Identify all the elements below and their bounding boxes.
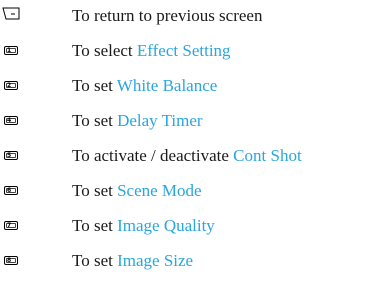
list-item-text: To select Effect Setting [72,41,231,60]
image-quality-link: Image Quality [117,216,215,235]
white-balance-link: White Balance [116,76,218,95]
list-item-effect-setting: 1 To select Effect Setting [0,37,368,67]
list-item-image-quality: 7 To set Image Quality [0,212,368,242]
back-key-icon [2,7,20,20]
list-item-back: To return to previous screen [0,2,368,32]
key-1-icon: 1 [4,46,18,55]
key-7-icon: 7 [4,221,18,230]
key-6-icon: 6 [4,186,18,195]
list-item-text: To set Delay Timer [72,111,203,130]
effect-setting-link: Effect Setting [136,41,231,60]
list-item-delay-timer: 4 To set Delay Timer [0,107,368,137]
cont-shot-link: Cont Shot [233,146,302,165]
key-4-icon: 4 [4,116,18,125]
list-item-white-balance: 2 To set White Balance [0,72,368,102]
list-item-text: To set White Balance [72,76,218,95]
list-item-cont-shot: 5 To activate / deactivate Cont Shot [0,142,368,172]
list-item-text: To return to previous screen [72,6,263,25]
list-item-text: To activate / deactivate Cont Shot [72,146,302,165]
image-size-link: Image Size [117,251,194,270]
list-item-text: To set Image Size [72,251,194,270]
list-item-text: To set Scene Mode [72,181,202,200]
key-8-icon: 8 [4,256,18,265]
key-2-icon: 2 [4,81,18,90]
key-5-icon: 5 [4,151,18,160]
delay-timer-link: Delay Timer [117,111,203,130]
list-item-image-size: 8 To set Image Size [0,247,368,277]
list-item-scene-mode: 6 To set Scene Mode [0,177,368,207]
scene-mode-link: Scene Mode [117,181,202,200]
list-item-text: To set Image Quality [72,216,215,235]
